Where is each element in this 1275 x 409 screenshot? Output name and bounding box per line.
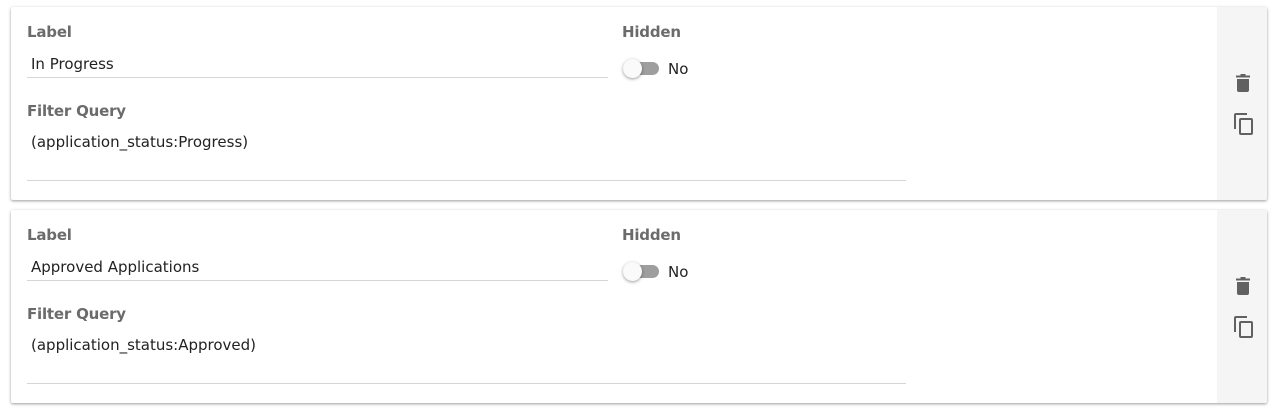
label-heading: Label [27, 226, 72, 244]
copy-icon [1233, 113, 1253, 135]
duplicate-button[interactable] [1232, 315, 1254, 339]
filter-list: Label Hidden No Filter Query (applicatio… [0, 0, 1275, 409]
delete-button[interactable] [1232, 274, 1254, 298]
row-actions [1217, 7, 1267, 200]
trash-icon [1236, 74, 1250, 92]
filter-query-heading: Filter Query [27, 102, 126, 120]
filter-query-heading: Filter Query [27, 305, 126, 323]
filter-query-input[interactable]: (application_status:Progress) [27, 129, 906, 181]
hidden-state-text: No [668, 60, 689, 78]
hidden-state-text: No [668, 263, 689, 281]
filter-query-input[interactable]: (application_status:Approved) [27, 332, 906, 384]
trash-icon [1236, 277, 1250, 295]
duplicate-button[interactable] [1232, 112, 1254, 136]
label-input[interactable] [27, 253, 608, 281]
hidden-toggle[interactable] [623, 261, 659, 281]
row-actions [1217, 210, 1267, 403]
label-input[interactable] [27, 50, 608, 78]
label-heading: Label [27, 23, 72, 41]
copy-icon [1233, 316, 1253, 338]
hidden-toggle[interactable] [623, 58, 659, 78]
hidden-heading: Hidden [622, 23, 681, 41]
hidden-heading: Hidden [622, 226, 681, 244]
toggle-thumb [623, 59, 642, 78]
toggle-thumb [623, 262, 642, 281]
filter-card: Label Hidden No Filter Query (applicatio… [11, 7, 1267, 200]
filter-card: Label Hidden No Filter Query (applicatio… [11, 210, 1267, 403]
delete-button[interactable] [1232, 71, 1254, 95]
